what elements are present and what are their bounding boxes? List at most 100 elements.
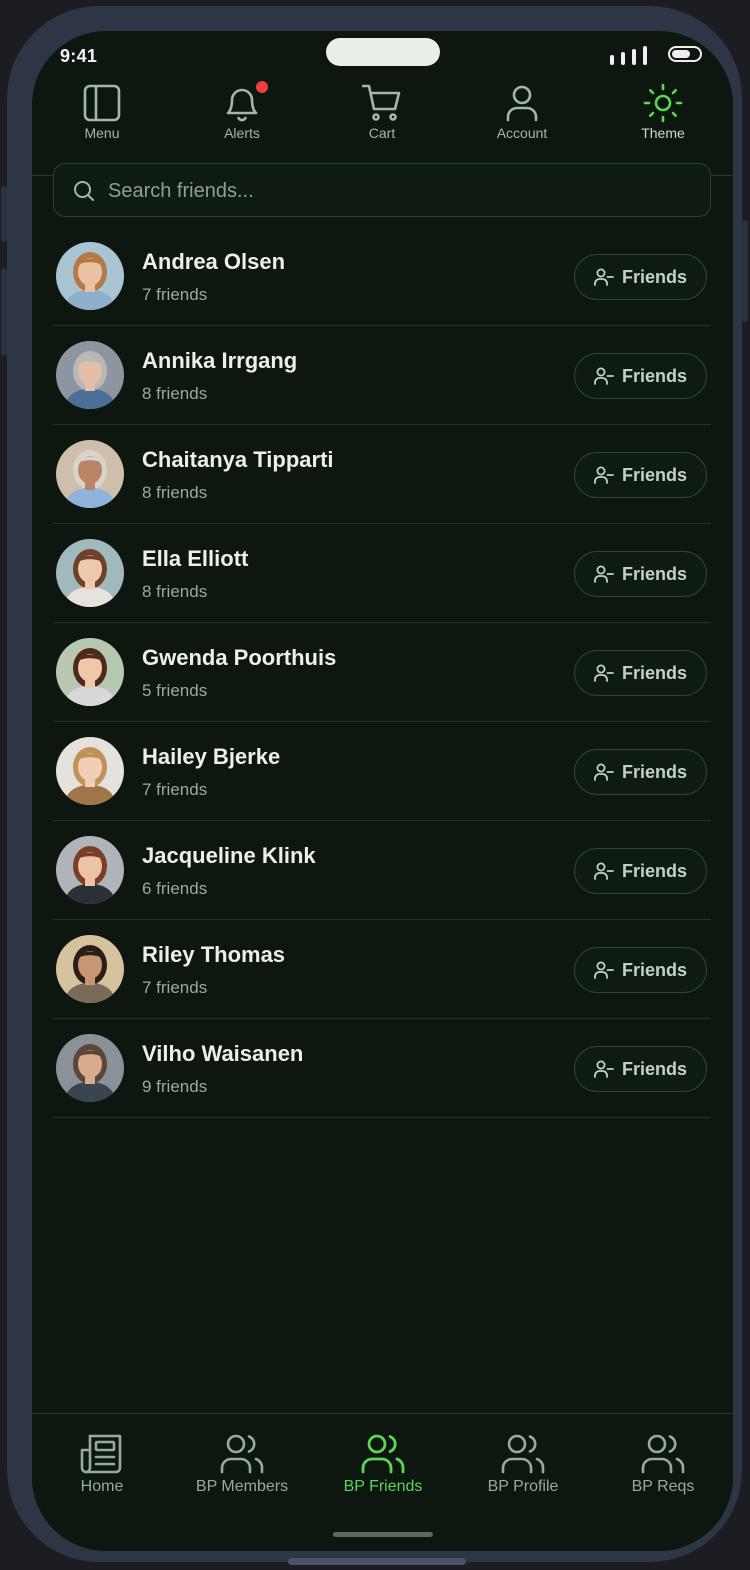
- friends-button-label: Friends: [621, 761, 687, 782]
- battery-icon: [668, 46, 702, 62]
- friend-count: 7 friends: [142, 285, 208, 304]
- friends-button-label: Friends: [621, 860, 687, 881]
- user-minus-icon: [594, 862, 614, 880]
- friends-button-label: Friends: [621, 563, 687, 584]
- friends-status-button[interactable]: Friends: [574, 650, 707, 696]
- tab-bp-friends-label: BP Friends: [343, 1478, 423, 1495]
- friend-row[interactable]: Andrea Olsen 7 friends Friends: [53, 227, 711, 326]
- user-minus-icon: [594, 367, 614, 385]
- friend-row[interactable]: Annika Irrgang 8 friends Friends: [53, 326, 711, 425]
- friend-name[interactable]: Chaitanya Tipparti: [142, 447, 334, 473]
- user-minus-icon: [594, 466, 614, 484]
- friends-button-label: Friends: [621, 365, 687, 386]
- tab-bp-reqs-label: BP Reqs: [631, 1478, 695, 1495]
- friends-button-label: Friends: [621, 266, 687, 287]
- avatar[interactable]: [56, 539, 124, 607]
- nav-menu-label: Menu: [84, 125, 120, 141]
- cart-icon: [362, 84, 401, 121]
- friends-status-button[interactable]: Friends: [574, 749, 707, 795]
- search-icon: [74, 181, 94, 201]
- tab-home[interactable]: Home: [37, 1432, 167, 1496]
- friend-row[interactable]: Vilho Waisanen 9 friends Friends: [53, 1019, 711, 1118]
- users-icon: [361, 1434, 405, 1474]
- nav-theme[interactable]: Theme: [613, 83, 713, 141]
- friend-count: 5 friends: [142, 681, 208, 700]
- user-minus-icon: [594, 268, 614, 286]
- tab-bp-profile[interactable]: BP Profile: [458, 1432, 588, 1496]
- friends-status-button[interactable]: Friends: [574, 947, 707, 993]
- friends-button-label: Friends: [621, 662, 687, 683]
- side-button: [742, 220, 748, 322]
- friend-name[interactable]: Andrea Olsen: [142, 249, 285, 275]
- nav-menu[interactable]: Menu: [52, 83, 152, 141]
- avatar[interactable]: [56, 440, 124, 508]
- tab-bp-reqs[interactable]: BP Reqs: [598, 1432, 728, 1496]
- tab-home-label: Home: [80, 1478, 124, 1495]
- avatar[interactable]: [56, 836, 124, 904]
- nav-cart-label: Cart: [368, 125, 396, 141]
- friends-list: Andrea Olsen 7 friends Friends Annika Irrga…: [53, 227, 711, 1118]
- phone-frame: 9:41 Menu Alerts Cart Account Theme Sear…: [1, 6, 748, 1562]
- avatar[interactable]: [56, 242, 124, 310]
- avatar[interactable]: [56, 1034, 124, 1102]
- friend-row[interactable]: Hailey Bjerke 7 friends Friends: [53, 722, 711, 821]
- friend-name[interactable]: Jacqueline Klink: [142, 843, 316, 869]
- search-input[interactable]: [106, 164, 700, 218]
- sidebar-panel-icon: [83, 84, 121, 122]
- friend-count: 7 friends: [142, 780, 208, 799]
- friend-name[interactable]: Gwenda Poorthuis: [142, 645, 336, 671]
- avatar[interactable]: [56, 935, 124, 1003]
- tab-bp-members-label: BP Members: [195, 1478, 289, 1495]
- friend-count: 7 friends: [142, 978, 208, 997]
- friends-status-button[interactable]: Friends: [574, 353, 707, 399]
- friend-row[interactable]: Gwenda Poorthuis 5 friends Friends: [53, 623, 711, 722]
- side-button: [1, 186, 7, 242]
- friend-name[interactable]: Ella Elliott: [142, 546, 248, 572]
- user-minus-icon: [594, 1060, 614, 1078]
- status-bar: 9:41: [32, 31, 733, 81]
- tab-bp-friends[interactable]: BP Friends: [318, 1432, 448, 1496]
- friend-name[interactable]: Vilho Waisanen: [142, 1041, 303, 1067]
- tab-bp-members[interactable]: BP Members: [177, 1432, 307, 1496]
- friend-row[interactable]: Ella Elliott 8 friends Friends: [53, 524, 711, 623]
- friend-count: 8 friends: [142, 483, 208, 502]
- home-indicator: [333, 1532, 433, 1537]
- friend-row[interactable]: Riley Thomas 7 friends Friends: [53, 920, 711, 1019]
- nav-theme-label: Theme: [641, 125, 685, 141]
- nav-alerts[interactable]: Alerts: [192, 79, 292, 141]
- friend-count: 8 friends: [142, 582, 208, 601]
- friends-button-label: Friends: [621, 1058, 687, 1079]
- friends-status-button[interactable]: Friends: [574, 452, 707, 498]
- friends-status-button[interactable]: Friends: [574, 254, 707, 300]
- friend-count: 9 friends: [142, 1077, 208, 1096]
- friend-name[interactable]: Annika Irrgang: [142, 348, 297, 374]
- user-minus-icon: [594, 961, 614, 979]
- friend-row[interactable]: Chaitanya Tipparti 8 friends Friends: [53, 425, 711, 524]
- avatar[interactable]: [56, 638, 124, 706]
- users-icon: [501, 1434, 545, 1474]
- search-bar: [53, 163, 711, 218]
- app-screen: 9:41 Menu Alerts Cart Account Theme Sear…: [32, 31, 733, 1551]
- friends-status-button[interactable]: Friends: [574, 551, 707, 597]
- friend-name[interactable]: Riley Thomas: [142, 942, 285, 968]
- friend-row[interactable]: Jacqueline Klink 6 friends Friends: [53, 821, 711, 920]
- user-icon: [506, 85, 538, 122]
- nav-account[interactable]: Account: [472, 83, 572, 141]
- nav-alerts-label: Alerts: [224, 125, 260, 141]
- users-icon: [220, 1434, 264, 1474]
- dynamic-island: [326, 38, 440, 66]
- nav-cart[interactable]: Cart: [332, 83, 432, 141]
- friends-button-label: Friends: [621, 464, 687, 485]
- status-time: 9:41: [60, 46, 98, 66]
- friends-status-button[interactable]: Friends: [574, 848, 707, 894]
- side-button: [1, 268, 7, 356]
- friends-button-label: Friends: [621, 959, 687, 980]
- friends-status-button[interactable]: Friends: [574, 1046, 707, 1092]
- friend-count: 8 friends: [142, 384, 208, 403]
- avatar[interactable]: [56, 341, 124, 409]
- device-bottom-edge: [288, 1558, 466, 1565]
- user-minus-icon: [594, 763, 614, 781]
- avatar[interactable]: [56, 737, 124, 805]
- friend-name[interactable]: Hailey Bjerke: [142, 744, 280, 770]
- nav-account-label: Account: [496, 125, 548, 141]
